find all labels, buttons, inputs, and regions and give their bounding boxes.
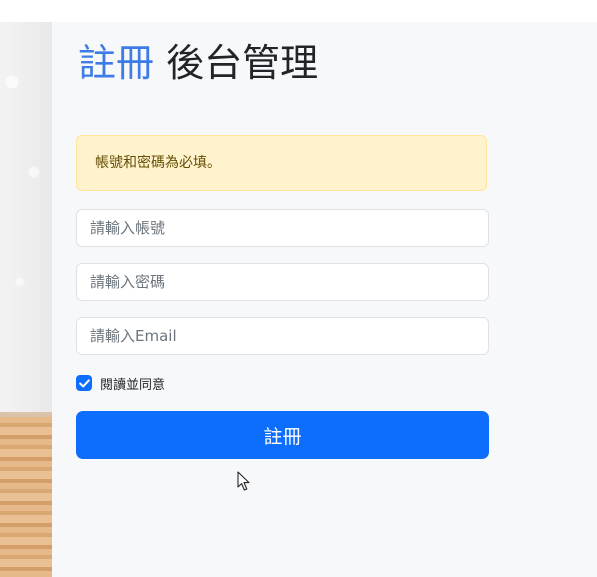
register-panel: 註冊 後台管理 帳號和密碼為必填。 閱讀並同意 註冊: [52, 22, 597, 577]
password-input[interactable]: [76, 263, 489, 301]
agree-checkbox[interactable]: [76, 375, 92, 391]
email-input[interactable]: [76, 317, 489, 355]
alert-message: 帳號和密碼為必填。: [95, 155, 221, 171]
page: 註冊 後台管理 帳號和密碼為必填。 閱讀並同意 註冊: [0, 0, 597, 577]
checkmark-icon: [78, 378, 90, 387]
register-button[interactable]: 註冊: [76, 411, 489, 459]
agree-label[interactable]: 閱讀並同意: [100, 374, 165, 393]
background-photo: [0, 22, 52, 577]
warning-alert: 帳號和密碼為必填。: [76, 135, 487, 191]
username-input[interactable]: [76, 209, 489, 247]
photo-wall: [0, 22, 52, 412]
photo-wood-floor: [0, 417, 52, 577]
top-bar: [0, 0, 597, 22]
page-title: 註冊 後台管理: [78, 40, 318, 86]
page-title-accent: 註冊: [78, 41, 155, 85]
mouse-cursor-icon: [237, 471, 250, 491]
agree-row: 閱讀並同意: [76, 374, 165, 393]
page-title-main: 後台管理: [166, 41, 319, 85]
